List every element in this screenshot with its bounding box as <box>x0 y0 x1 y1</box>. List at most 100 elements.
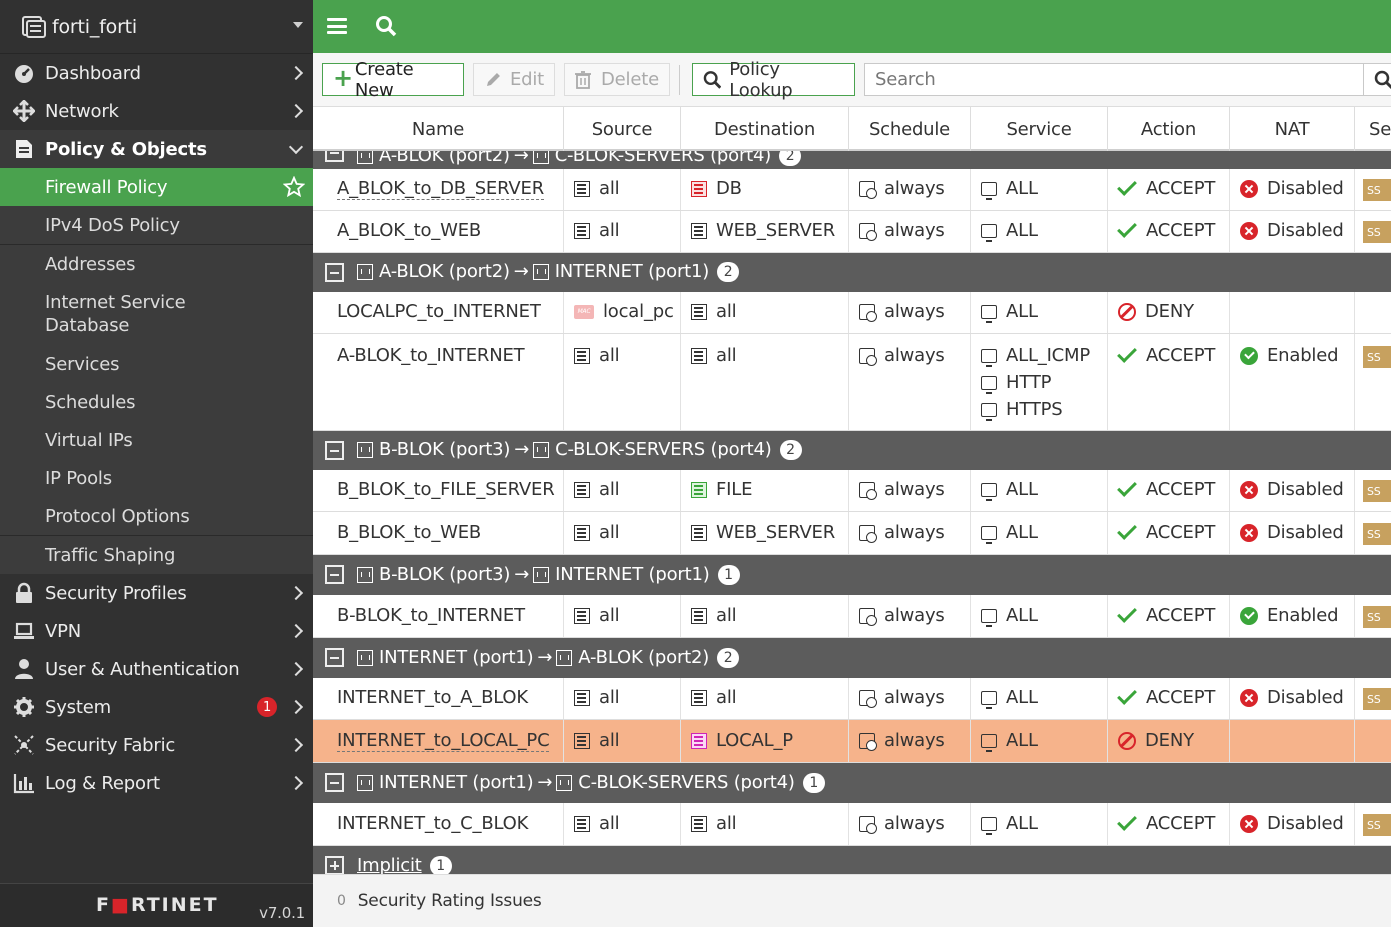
address-icon <box>574 347 590 364</box>
table-row[interactable]: LOCALPC_to_INTERNET MAC local_pc all alwa… <box>313 292 1391 334</box>
policy-name[interactable]: B_BLOK_to_WEB <box>337 522 481 543</box>
table-row[interactable]: A_BLOK_to_DB_SERVER all DB always ALL AC… <box>313 169 1391 211</box>
column-header-action[interactable]: Action <box>1108 107 1230 151</box>
search-button[interactable] <box>1363 63 1391 96</box>
schedule-icon <box>859 481 877 500</box>
policy-lookup-button[interactable]: Policy Lookup <box>692 59 855 101</box>
table-row[interactable]: INTERNET_to_C_BLOK all all always ALL AC… <box>313 803 1391 846</box>
sidebar-sub-traffic-shaping[interactable]: Traffic Shaping <box>0 536 313 574</box>
policy-group-header[interactable]: B-BLOK (port3) → INTERNET (port1) 1 <box>313 555 1391 595</box>
collapse-icon[interactable] <box>325 263 344 282</box>
policy-group-header[interactable]: INTERNET (port1) → A-BLOK (port2) 2 <box>313 638 1391 678</box>
policy-source: all <box>599 687 620 708</box>
chevron-down-icon <box>288 139 304 155</box>
chart-icon <box>13 772 35 794</box>
policy-group-header[interactable]: A-BLOK (port2) → INTERNET (port1) 2 <box>313 253 1391 292</box>
policy-name[interactable]: B-BLOK_to_INTERNET <box>337 605 525 626</box>
address-icon <box>691 180 707 197</box>
address-icon <box>691 689 707 706</box>
status-bar: 0 Security Rating Issues <box>313 874 1391 927</box>
policy-nat: Disabled <box>1267 479 1344 500</box>
column-header-security[interactable]: Sec <box>1355 107 1391 151</box>
policy-name[interactable]: INTERNET_to_C_BLOK <box>337 813 528 834</box>
policy-source: all <box>599 730 620 751</box>
policy-destination: all <box>716 687 737 708</box>
sidebar-item-system[interactable]: System 1 <box>0 688 313 726</box>
sidebar-sub-addresses[interactable]: Addresses <box>0 245 313 283</box>
collapse-icon[interactable] <box>325 441 344 460</box>
policy-name[interactable]: A-BLOK_to_INTERNET <box>337 345 525 366</box>
column-header-service[interactable]: Service <box>971 107 1108 151</box>
address-icon <box>691 524 707 541</box>
table-row[interactable]: B-BLOK_to_INTERNET all all always ALL AC… <box>313 595 1391 638</box>
edit-button[interactable]: Edit <box>473 63 555 96</box>
security-rating-label[interactable]: Security Rating Issues <box>358 891 542 911</box>
security-profile-badge: SS <box>1363 480 1391 502</box>
policy-name[interactable]: A_BLOK_to_DB_SERVER <box>337 178 544 200</box>
policy-name[interactable]: INTERNET_to_LOCAL_PC <box>337 730 550 752</box>
policy-group-implicit[interactable]: Implicit 1 <box>313 846 1391 874</box>
address-icon <box>691 303 707 320</box>
column-header-destination[interactable]: Destination <box>681 107 849 151</box>
column-header-name[interactable]: Name <box>313 107 564 151</box>
search-icon[interactable] <box>375 15 397 37</box>
nat-enabled-icon <box>1240 606 1258 625</box>
table-row[interactable]: A_BLOK_to_WEB all WEB_SERVER always ALL … <box>313 211 1391 253</box>
sidebar-sub-protocol-options[interactable]: Protocol Options <box>0 497 313 535</box>
column-header-schedule[interactable]: Schedule <box>849 107 971 151</box>
hamburger-menu-icon[interactable] <box>327 18 347 34</box>
device-selector[interactable]: forti_forti <box>0 0 313 54</box>
policy-name[interactable]: A_BLOK_to_WEB <box>337 220 481 241</box>
sidebar-item-policy-objects[interactable]: Policy & Objects <box>0 130 313 168</box>
sidebar-sub-internet-service-database[interactable]: Internet Service Database <box>0 283 313 345</box>
table-row[interactable]: B_BLOK_to_WEB all WEB_SERVER always ALL … <box>313 512 1391 555</box>
table-row[interactable]: B_BLOK_to_FILE_SERVER all FILE always AL… <box>313 470 1391 512</box>
star-icon[interactable] <box>283 176 305 198</box>
policy-action: ACCEPT <box>1146 605 1216 626</box>
sidebar-sub-ip-pools[interactable]: IP Pools <box>0 459 313 497</box>
service-icon <box>981 482 997 501</box>
interface-icon <box>357 649 373 666</box>
column-header-source[interactable]: Source <box>564 107 681 151</box>
policy-service: HTTPS <box>1006 399 1063 420</box>
sidebar-item-user-authentication[interactable]: User & Authentication <box>0 650 313 688</box>
policy-action: ACCEPT <box>1146 522 1216 543</box>
table-row-selected[interactable]: INTERNET_to_LOCAL_PC all LOCAL_P always … <box>313 720 1391 763</box>
table-row[interactable]: A-BLOK_to_INTERNET all all always ALL_IC… <box>313 334 1391 431</box>
check-icon <box>1117 810 1137 831</box>
sidebar-sub-firewall-policy[interactable]: Firewall Policy <box>0 168 313 206</box>
policy-service: ALL <box>1006 479 1038 500</box>
policy-group-header[interactable]: B-BLOK (port3) → C-BLOK-SERVERS (port4) 2 <box>313 431 1391 470</box>
policy-service: ALL <box>1006 301 1038 322</box>
expand-icon[interactable] <box>325 856 344 874</box>
policy-nat: Disabled <box>1267 220 1344 241</box>
policy-nat: Disabled <box>1267 813 1344 834</box>
policy-action: ACCEPT <box>1146 813 1216 834</box>
sidebar-item-security-fabric[interactable]: Security Fabric <box>0 726 313 764</box>
chevron-right-icon <box>288 699 304 715</box>
sidebar-item-vpn[interactable]: VPN <box>0 612 313 650</box>
policy-name[interactable]: LOCALPC_to_INTERNET <box>337 301 541 322</box>
sidebar-item-dashboard[interactable]: Dashboard <box>0 54 313 92</box>
sidebar-sub-virtual-ips[interactable]: Virtual IPs <box>0 421 313 459</box>
policy-name[interactable]: INTERNET_to_A_BLOK <box>337 687 528 708</box>
collapse-icon[interactable] <box>325 773 344 792</box>
sidebar-item-log-report[interactable]: Log & Report <box>0 764 313 802</box>
policy-group-header[interactable]: INTERNET (port1) → C-BLOK-SERVERS (port4) 1 <box>313 763 1391 803</box>
sidebar-item-network[interactable]: Network <box>0 92 313 130</box>
column-header-nat[interactable]: NAT <box>1230 107 1355 151</box>
collapse-icon[interactable] <box>325 565 344 584</box>
delete-button[interactable]: Delete <box>564 63 670 96</box>
collapse-icon[interactable] <box>325 648 344 667</box>
policy-name[interactable]: B_BLOK_to_FILE_SERVER <box>337 479 555 500</box>
table-header: Name Source Destination Schedule Service… <box>313 107 1391 151</box>
sidebar-item-label: Network <box>45 100 119 122</box>
check-icon <box>1117 217 1137 238</box>
sidebar-item-security-profiles[interactable]: Security Profiles <box>0 574 313 612</box>
sidebar-sub-services[interactable]: Services <box>0 345 313 383</box>
create-new-button[interactable]: + Create New <box>322 59 464 101</box>
search-input[interactable]: Search <box>864 63 1364 96</box>
sidebar-sub-schedules[interactable]: Schedules <box>0 383 313 421</box>
table-row[interactable]: INTERNET_to_A_BLOK all all always ALL AC… <box>313 678 1391 720</box>
sidebar-sub-ipv4-dos-policy[interactable]: IPv4 DoS Policy <box>0 206 313 244</box>
